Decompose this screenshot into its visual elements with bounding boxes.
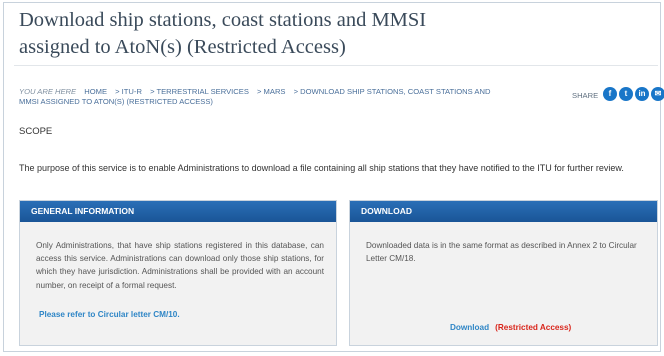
breadcrumb-itu-r[interactable]: > ITU-R [115, 87, 142, 96]
page-title: Download ship stations, coast stations a… [19, 9, 427, 58]
restricted-access-label: (Restricted Access) [495, 323, 572, 332]
breadcrumb-mars[interactable]: > MARS [257, 87, 285, 96]
page-frame: Download ship stations, coast stations a… [3, 2, 664, 352]
download-text: Downloaded data is in the same format as… [366, 241, 637, 264]
twitter-icon[interactable]: t [619, 87, 633, 101]
social-share-icons: f t in ✉ [603, 87, 664, 101]
share-label: SHARE [572, 91, 599, 100]
breadcrumb: YOU ARE HERE HOME > ITU-R > TERRESTRIAL … [19, 87, 509, 107]
breadcrumb-you-are-here: YOU ARE HERE [19, 87, 77, 96]
download-link[interactable]: Download [450, 323, 489, 332]
general-information-panel: GENERAL INFORMATION Only Administrations… [19, 200, 337, 346]
download-panel: DOWNLOAD Downloaded data is in the same … [349, 200, 658, 346]
email-icon[interactable]: ✉ [651, 87, 664, 101]
scope-heading: SCOPE [19, 126, 53, 137]
circular-letter-link[interactable]: Please refer to Circular letter CM/10. [39, 310, 180, 319]
facebook-icon[interactable]: f [603, 87, 617, 101]
general-information-heading: GENERAL INFORMATION [20, 201, 336, 222]
breadcrumb-home[interactable]: HOME [84, 87, 107, 96]
general-information-text: Only Administrations, that have ship sta… [36, 241, 324, 290]
title-divider [14, 65, 658, 66]
download-line: Download (Restricted Access) [450, 323, 571, 332]
linkedin-icon[interactable]: in [635, 87, 649, 101]
download-heading: DOWNLOAD [350, 201, 657, 222]
breadcrumb-terrestrial-services[interactable]: > TERRESTRIAL SERVICES [150, 87, 249, 96]
scope-text: The purpose of this service is to enable… [19, 163, 624, 173]
